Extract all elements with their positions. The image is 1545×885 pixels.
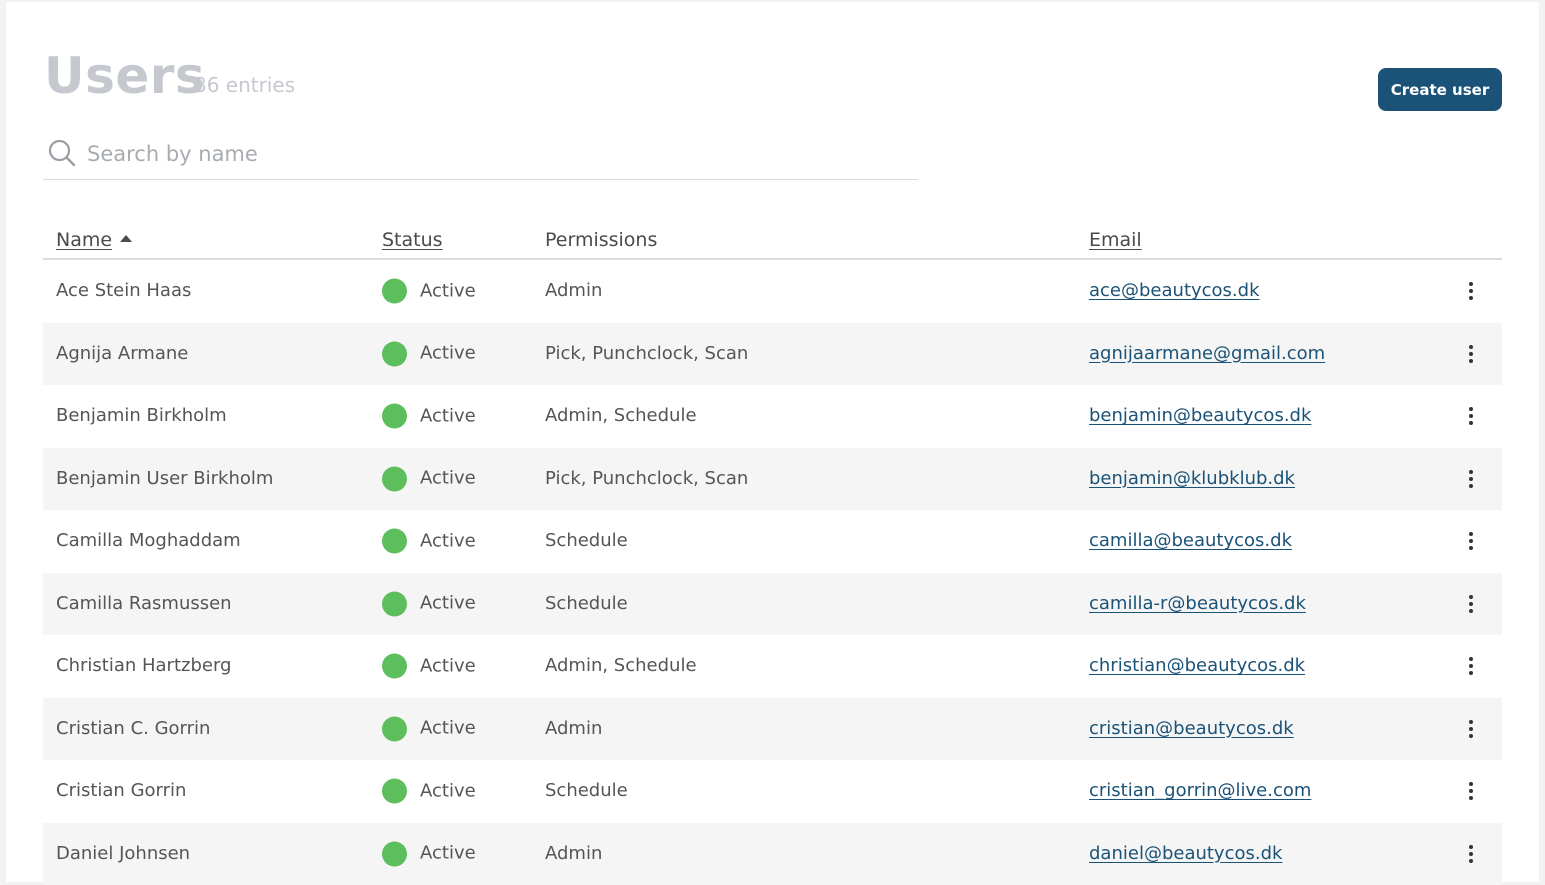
user-permissions: Admin xyxy=(545,279,602,303)
status-cell: Active xyxy=(382,279,476,304)
row-menu-kebab-icon[interactable] xyxy=(1461,842,1481,866)
table-row[interactable]: Camilla Rasmussen Active Schedule camilla-r… xyxy=(43,573,1502,636)
page-title: Users xyxy=(44,46,205,106)
column-header-name-label: Name xyxy=(56,229,112,251)
user-name: Camilla Rasmussen xyxy=(56,592,232,616)
user-email-link[interactable]: christian@beautycos.dk xyxy=(1089,654,1305,678)
user-name: Camilla Moghaddam xyxy=(56,529,241,553)
status-label: Active xyxy=(420,342,476,366)
status-active-dot-icon xyxy=(382,466,407,491)
row-menu-kebab-icon[interactable] xyxy=(1461,404,1481,428)
status-label: Active xyxy=(420,404,476,428)
status-label: Active xyxy=(420,842,476,866)
user-permissions: Schedule xyxy=(545,529,628,553)
status-cell: Active xyxy=(382,404,476,429)
user-email-link[interactable]: benjamin@beautycos.dk xyxy=(1089,404,1311,428)
users-panel: Users 36 entries Create user Name Status… xyxy=(6,2,1539,882)
status-active-dot-icon xyxy=(382,279,407,304)
search-bar xyxy=(43,134,918,180)
table-row[interactable]: Daniel Johnsen Active Admin daniel@beautyco… xyxy=(43,823,1502,885)
row-menu-kebab-icon[interactable] xyxy=(1461,279,1481,303)
status-active-dot-icon xyxy=(382,404,407,429)
search-input[interactable] xyxy=(87,136,887,172)
column-header-email[interactable]: Email xyxy=(1089,228,1142,252)
user-permissions: Admin, Schedule xyxy=(545,654,697,678)
status-cell: Active xyxy=(382,529,476,554)
user-permissions: Pick, Punchclock, Scan xyxy=(545,342,748,366)
table-row[interactable]: Benjamin Birkholm Active Admin, Schedule be… xyxy=(43,385,1502,448)
status-label: Active xyxy=(420,592,476,616)
status-cell: Active xyxy=(382,341,476,366)
user-email-link[interactable]: camilla@beautycos.dk xyxy=(1089,529,1292,553)
user-email-link[interactable]: agnijaarmane@gmail.com xyxy=(1089,342,1325,366)
status-active-dot-icon xyxy=(382,716,407,741)
sort-ascending-icon xyxy=(120,235,132,242)
entries-count: 36 entries xyxy=(194,73,295,97)
status-label: Active xyxy=(420,717,476,741)
status-cell: Active xyxy=(382,591,476,616)
user-name: Cristian C. Gorrin xyxy=(56,717,210,741)
column-header-permissions: Permissions xyxy=(545,228,657,252)
row-menu-kebab-icon[interactable] xyxy=(1461,779,1481,803)
status-label: Active xyxy=(420,654,476,678)
status-cell: Active xyxy=(382,779,476,804)
table-row[interactable]: Agnija Armane Active Pick, Punchclock, Sca… xyxy=(43,323,1502,386)
user-email-link[interactable]: cristian_gorrin@live.com xyxy=(1089,779,1311,803)
table-row[interactable]: Cristian C. Gorrin Active Admin cristian@be… xyxy=(43,698,1502,761)
status-label: Active xyxy=(420,529,476,553)
row-menu-kebab-icon[interactable] xyxy=(1461,529,1481,553)
table-header: Name Status Permissions Email xyxy=(43,222,1502,260)
user-permissions: Pick, Punchclock, Scan xyxy=(545,467,748,491)
user-email-link[interactable]: camilla-r@beautycos.dk xyxy=(1089,592,1306,616)
user-permissions: Admin, Schedule xyxy=(545,404,697,428)
status-active-dot-icon xyxy=(382,654,407,679)
row-menu-kebab-icon[interactable] xyxy=(1461,654,1481,678)
user-name: Agnija Armane xyxy=(56,342,188,366)
status-active-dot-icon xyxy=(382,591,407,616)
table-row[interactable]: Ace Stein Haas Active Admin ace@beautycos.d… xyxy=(43,260,1502,323)
row-menu-kebab-icon[interactable] xyxy=(1461,717,1481,741)
row-menu-kebab-icon[interactable] xyxy=(1461,467,1481,491)
column-header-status[interactable]: Status xyxy=(382,228,443,252)
row-menu-kebab-icon[interactable] xyxy=(1461,592,1481,616)
status-cell: Active xyxy=(382,654,476,679)
table-row[interactable]: Cristian Gorrin Active Schedule cristian_go… xyxy=(43,760,1502,823)
user-name: Benjamin Birkholm xyxy=(56,404,227,428)
user-name: Christian Hartzberg xyxy=(56,654,231,678)
table-row[interactable]: Christian Hartzberg Active Admin, Schedule… xyxy=(43,635,1502,698)
status-active-dot-icon xyxy=(382,779,407,804)
status-cell: Active xyxy=(382,466,476,491)
user-name: Ace Stein Haas xyxy=(56,279,191,303)
user-permissions: Admin xyxy=(545,717,602,741)
status-label: Active xyxy=(420,779,476,803)
table-row[interactable]: Benjamin User Birkholm Active Pick, Punchc… xyxy=(43,448,1502,511)
status-label: Active xyxy=(420,467,476,491)
status-active-dot-icon xyxy=(382,529,407,554)
user-name: Daniel Johnsen xyxy=(56,842,190,866)
status-cell: Active xyxy=(382,716,476,741)
table-body: Ace Stein Haas Active Admin ace@beautycos.d… xyxy=(43,260,1502,885)
status-label: Active xyxy=(420,279,476,303)
user-email-link[interactable]: cristian@beautycos.dk xyxy=(1089,717,1294,741)
user-email-link[interactable]: daniel@beautycos.dk xyxy=(1089,842,1282,866)
create-user-button[interactable]: Create user xyxy=(1378,68,1502,111)
user-name: Cristian Gorrin xyxy=(56,779,186,803)
table-row[interactable]: Camilla Moghaddam Active Schedule camilla@b… xyxy=(43,510,1502,573)
user-permissions: Schedule xyxy=(545,779,628,803)
row-menu-kebab-icon[interactable] xyxy=(1461,342,1481,366)
user-email-link[interactable]: benjamin@klubklub.dk xyxy=(1089,467,1295,491)
user-name: Benjamin User Birkholm xyxy=(56,467,273,491)
user-permissions: Admin xyxy=(545,842,602,866)
users-table: Name Status Permissions Email Ace Stein … xyxy=(43,222,1502,885)
status-active-dot-icon xyxy=(382,841,407,866)
user-permissions: Schedule xyxy=(545,592,628,616)
search-icon xyxy=(47,138,77,168)
user-email-link[interactable]: ace@beautycos.dk xyxy=(1089,279,1260,303)
status-active-dot-icon xyxy=(382,341,407,366)
column-header-name[interactable]: Name xyxy=(56,228,132,252)
status-cell: Active xyxy=(382,841,476,866)
